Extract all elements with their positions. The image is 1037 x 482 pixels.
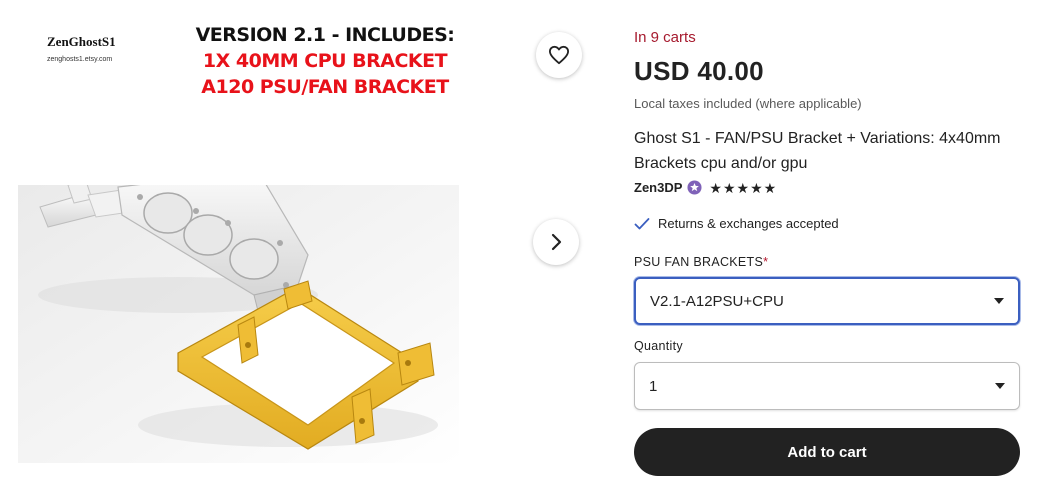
caret-down-icon: [994, 298, 1004, 304]
required-mark: *: [763, 255, 769, 269]
product-image-panel[interactable]: ZenGhostS1 zenghosts1.etsy.com VERSION 2…: [0, 0, 600, 482]
heart-icon: [549, 45, 569, 65]
promo-text: VERSION 2.1 - INCLUDES: 1X 40MM CPU BRAC…: [195, 22, 455, 100]
star-icon: ★: [736, 179, 750, 196]
quantity-select[interactable]: 1: [634, 362, 1020, 410]
variation-label-text: PSU FAN BRACKETS: [634, 255, 764, 269]
product-photo: [18, 185, 459, 463]
variation-selected-value: V2.1-A12PSU+CPU: [650, 292, 784, 310]
shop-logo: ZenGhostS1 zenghosts1.etsy.com: [47, 34, 137, 63]
shop-logo-name: ZenGhostS1: [47, 34, 116, 49]
product-listing-page: ZenGhostS1 zenghosts1.etsy.com VERSION 2…: [0, 0, 1037, 482]
in-carts-indicator: In 9 carts: [634, 29, 696, 46]
chevron-right-icon: [551, 233, 562, 251]
promo-line: VERSION 2.1 - INCLUDES:: [195, 24, 455, 46]
star-icon: ★: [722, 179, 736, 196]
caret-down-icon: [995, 383, 1005, 389]
promo-line: 1X 40MM CPU BRACKET: [202, 50, 448, 72]
quantity-label: Quantity: [634, 339, 683, 353]
checkmark-icon: [634, 217, 650, 229]
next-image-button[interactable]: [533, 219, 579, 265]
price: USD 40.00: [634, 56, 764, 86]
variation-select[interactable]: V2.1-A12PSU+CPU: [634, 277, 1020, 325]
listing-title: Ghost S1 - FAN/PSU Bracket + Variations:…: [634, 130, 1001, 172]
star-icon: ★: [709, 179, 722, 196]
add-to-cart-button[interactable]: Add to cart: [634, 428, 1020, 476]
rating-stars[interactable]: ★ ★ ★ ★ ★: [709, 181, 776, 195]
seller-name-link[interactable]: Zen3DP: [634, 180, 682, 195]
star-seller-badge-icon: [687, 180, 702, 195]
favorite-button[interactable]: [536, 32, 582, 78]
tax-note: Local taxes included (where applicable): [634, 96, 862, 111]
star-icon: ★: [763, 179, 777, 196]
quantity-selected-value: 1: [649, 377, 658, 395]
star-icon: ★: [750, 179, 763, 196]
variation-label: PSU FAN BRACKETS*: [634, 255, 768, 269]
promo-line: A120 PSU/FAN BRACKET: [201, 76, 449, 98]
returns-text: Returns & exchanges accepted: [658, 216, 839, 231]
shop-logo-url: zenghosts1.etsy.com: [47, 56, 113, 63]
seller-row: Zen3DP ★ ★ ★ ★ ★: [634, 180, 776, 195]
returns-policy: Returns & exchanges accepted: [634, 216, 839, 231]
